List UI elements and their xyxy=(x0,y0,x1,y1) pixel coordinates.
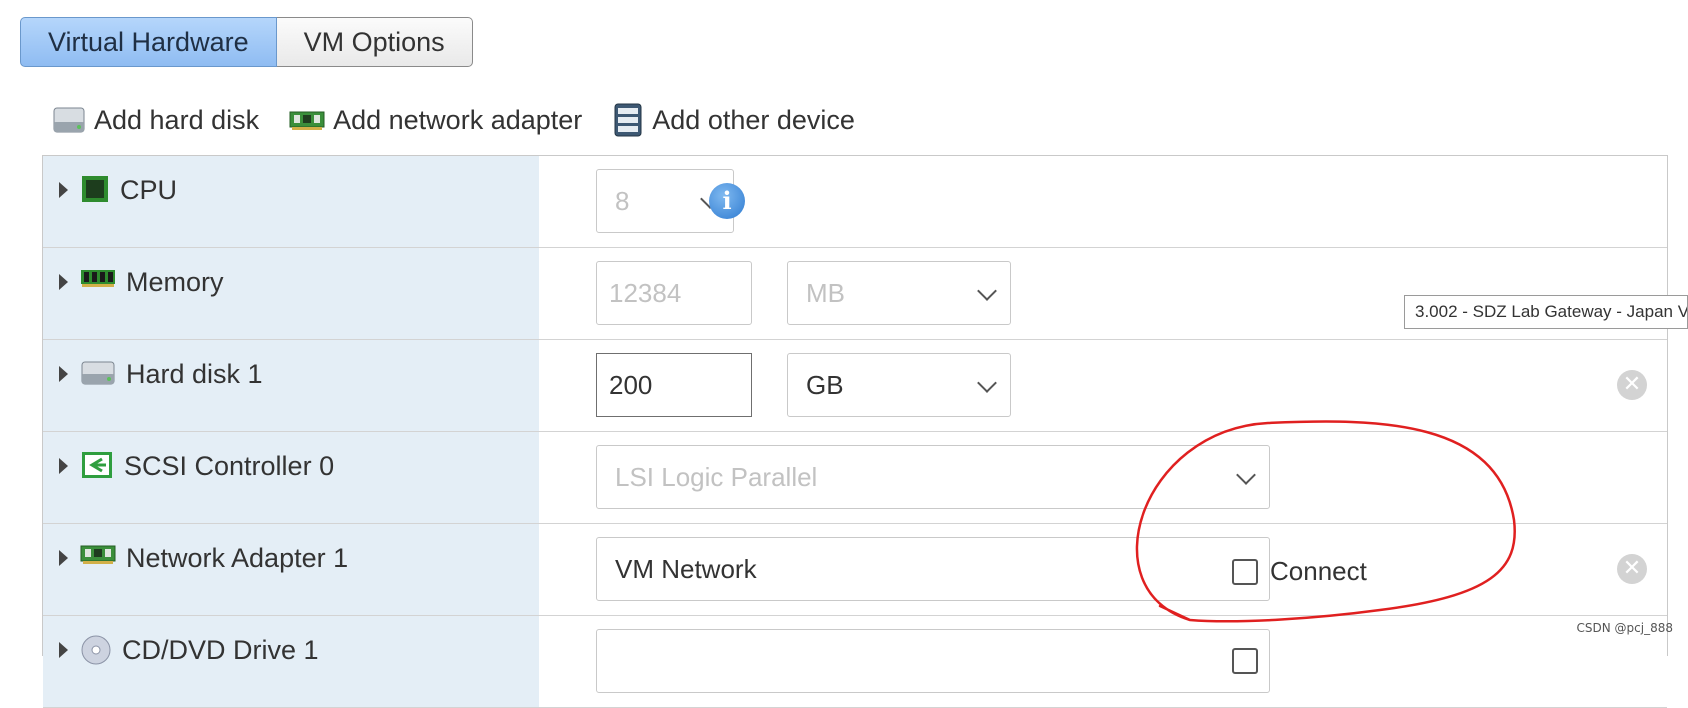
memory-unit-select[interactable]: MB xyxy=(787,261,1011,325)
device-row-cdrom: CD/DVD Drive 1 xyxy=(43,616,1667,708)
expand-caret-icon[interactable] xyxy=(59,274,68,290)
add-network-adapter-label: Add network adapter xyxy=(333,104,583,135)
memory-size-input[interactable]: 12384 xyxy=(596,261,752,325)
network-select[interactable]: VM Network xyxy=(596,537,1270,601)
add-hard-disk-label: Add hard disk xyxy=(94,104,260,135)
chevron-down-icon xyxy=(1236,465,1256,485)
hardware-table: CPU 8 i Memory 12384 MB Hard disk 1 200 … xyxy=(42,155,1668,708)
other-device-icon xyxy=(612,102,644,138)
cdrom-connect-checkbox[interactable] xyxy=(1232,648,1270,674)
remove-device-icon[interactable]: ✕ xyxy=(1617,370,1647,400)
hard-disk-icon xyxy=(52,104,86,136)
tab-bar: Virtual Hardware VM Options xyxy=(20,17,473,67)
checkbox-box[interactable] xyxy=(1232,558,1258,585)
expand-caret-icon[interactable] xyxy=(59,366,68,382)
add-network-adapter-button[interactable]: Add network adapter xyxy=(289,105,582,136)
device-row-cpu: CPU 8 i xyxy=(43,156,1667,248)
connect-checkbox[interactable]: Connect xyxy=(1232,556,1367,587)
memory-icon xyxy=(80,266,116,290)
device-row-scsi: SCSI Controller 0 LSI Logic Parallel xyxy=(43,432,1667,524)
disk-unit-select[interactable]: GB xyxy=(787,353,1011,417)
expand-caret-icon[interactable] xyxy=(59,642,68,658)
info-icon[interactable]: i xyxy=(709,183,745,219)
network-card-icon xyxy=(80,542,116,566)
hard-disk-label: Hard disk 1 xyxy=(126,359,263,389)
add-other-device-label: Add other device xyxy=(652,104,855,135)
add-hard-disk-button[interactable]: Add hard disk xyxy=(52,104,259,136)
memory-label: Memory xyxy=(126,267,224,297)
remove-device-icon[interactable]: ✕ xyxy=(1617,554,1647,584)
watermark: CSDN @pcj_888 xyxy=(1576,621,1673,635)
device-row-network-adapter: Network Adapter 1 VM Network Connect ✕ xyxy=(43,524,1667,616)
disk-size-input[interactable]: 200 xyxy=(596,353,752,417)
cd-dvd-icon xyxy=(80,634,112,666)
cpu-icon xyxy=(80,174,110,204)
expand-caret-icon[interactable] xyxy=(59,550,68,566)
network-adapter-label: Network Adapter 1 xyxy=(126,543,349,573)
hard-disk-icon xyxy=(80,358,116,388)
scsi-type-select[interactable]: LSI Logic Parallel xyxy=(596,445,1270,509)
chevron-down-icon xyxy=(977,281,997,301)
network-card-icon xyxy=(289,108,325,132)
tab-virtual-hardware[interactable]: Virtual Hardware xyxy=(20,17,277,67)
cdrom-label: CD/DVD Drive 1 xyxy=(122,635,319,665)
scsi-controller-icon xyxy=(80,450,114,480)
tab-vm-options[interactable]: VM Options xyxy=(276,17,473,67)
device-toolbar: Add hard disk Add network adapter Add ot… xyxy=(52,102,885,138)
network-tooltip: 3.002 - SDZ Lab Gateway - Japan V xyxy=(1404,295,1688,329)
expand-caret-icon[interactable] xyxy=(59,182,68,198)
add-other-device-button[interactable]: Add other device xyxy=(612,102,855,138)
cpu-label: CPU xyxy=(120,175,178,205)
checkbox-box[interactable] xyxy=(1232,648,1258,674)
device-row-hard-disk: Hard disk 1 200 GB ✕ xyxy=(43,340,1667,432)
expand-caret-icon[interactable] xyxy=(59,458,68,474)
scsi-label: SCSI Controller 0 xyxy=(124,451,335,481)
cdrom-select[interactable] xyxy=(596,629,1270,693)
chevron-down-icon xyxy=(977,373,997,393)
